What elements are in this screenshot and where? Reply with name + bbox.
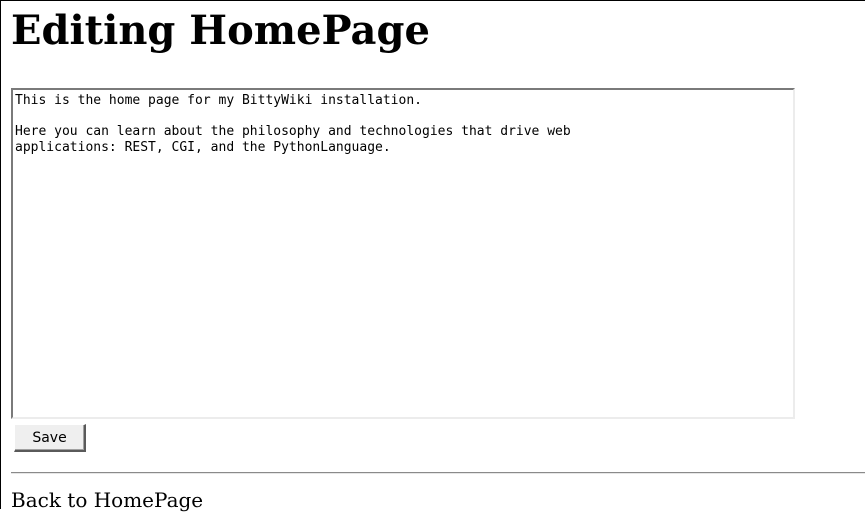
back-to-homepage-link[interactable]: Back to HomePage [11, 487, 203, 513]
save-button[interactable]: Save [14, 424, 86, 452]
page-content-textarea[interactable]: This is the home page for my BittyWiki i… [11, 88, 795, 419]
divider [11, 472, 865, 474]
page-title: Editing HomePage [11, 7, 430, 54]
